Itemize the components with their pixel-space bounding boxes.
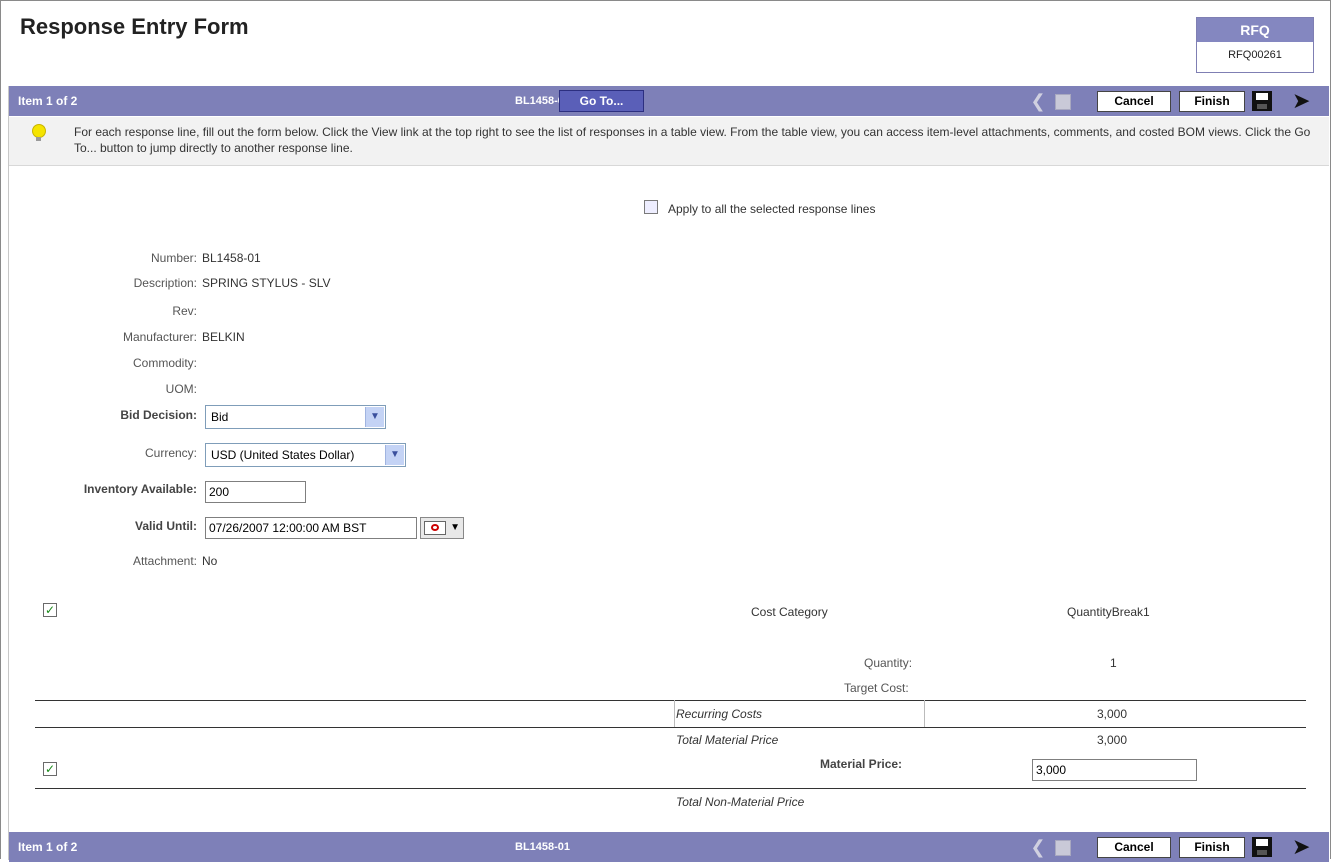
cost-select-checkbox[interactable]: ✓ — [43, 603, 57, 617]
left-divider — [8, 86, 9, 860]
bid-decision-label: Bid Decision: — [120, 408, 197, 422]
next-arrow-icon[interactable]: ➤ — [1292, 90, 1310, 112]
apply-all-checkbox[interactable] — [644, 200, 658, 214]
total-nonmaterial-label: Total Non-Material Price — [676, 795, 805, 809]
chevron-down-icon[interactable]: ▼ — [365, 407, 384, 427]
item-counter: Item 1 of 2 — [18, 840, 78, 854]
quantity-value: 1 — [1110, 656, 1117, 670]
save-icon[interactable] — [1252, 837, 1272, 857]
calendar-icon[interactable]: ▼ — [420, 517, 464, 539]
valid-until-input[interactable]: 07/26/2007 12:00:00 AM BST — [205, 517, 417, 539]
calendar-grid-icon — [424, 521, 446, 535]
bottom-toolbar: Item 1 of 2 BL1458-01 ❮ Cancel Finish ➤ — [9, 832, 1329, 862]
valid-until-label: Valid Until: — [134, 519, 197, 533]
finish-button[interactable]: Finish — [1179, 837, 1245, 858]
manufacturer-value: BELKIN — [202, 330, 245, 344]
inventory-input[interactable]: 200 — [205, 481, 306, 503]
description-label: Description: — [133, 276, 197, 290]
currency-label: Currency: — [144, 446, 197, 460]
manufacturer-label: Manufacturer: — [122, 330, 197, 344]
save-icon[interactable] — [1252, 91, 1272, 111]
item-number: BL1458-01 — [515, 841, 571, 853]
uom-label: UOM: — [165, 382, 197, 396]
cost-category-header: Cost Category — [751, 605, 828, 619]
attachment-label: Attachment: — [132, 554, 197, 568]
divider-line — [35, 788, 1306, 789]
rev-label: Rev: — [172, 304, 197, 318]
number-value: BL1458-01 — [202, 251, 261, 265]
rfq-number: RFQ00261 — [1228, 49, 1282, 61]
apply-all-label: Apply to all the selected response lines — [668, 202, 876, 216]
rfq-badge: RFQ RFQ00261 — [1196, 17, 1314, 73]
lightbulb-icon — [32, 124, 46, 138]
commodity-label: Commodity: — [132, 356, 197, 370]
next-arrow-icon[interactable]: ➤ — [1292, 836, 1310, 858]
currency-value: USD (United States Dollar) — [211, 448, 355, 462]
material-price-checkbox[interactable]: ✓ — [43, 762, 57, 776]
disabled-save-icon — [1055, 840, 1071, 856]
inventory-label: Inventory Available: — [83, 482, 197, 496]
back-arrow-icon[interactable]: ❮ — [1025, 92, 1051, 112]
item-counter: Item 1 of 2 — [18, 94, 78, 108]
material-price-input[interactable]: 3,000 — [1032, 759, 1197, 781]
back-arrow-icon[interactable]: ❮ — [1025, 838, 1051, 858]
column-divider — [924, 700, 925, 728]
page-title: Response Entry Form — [20, 14, 249, 39]
description-value: SPRING STYLUS - SLV — [202, 276, 331, 290]
recurring-costs-label: Recurring Costs — [676, 707, 763, 721]
column-divider — [674, 700, 675, 728]
top-toolbar: Item 1 of 2 BL1458-01 Go To... ❮ Cancel … — [9, 86, 1329, 116]
bid-decision-value: Bid — [211, 410, 229, 424]
chevron-down-icon[interactable]: ▼ — [385, 445, 404, 465]
cancel-button[interactable]: Cancel — [1097, 837, 1171, 858]
target-cost-label: Target Cost: — [844, 681, 909, 695]
help-tip: For each response line, fill out the for… — [9, 117, 1329, 166]
quantity-break-header: QuantityBreak1 — [1067, 605, 1150, 619]
help-tip-text: For each response line, fill out the for… — [74, 125, 1311, 155]
goto-button[interactable]: Go To... — [559, 90, 644, 112]
divider-line — [35, 727, 1306, 728]
dropdown-arrow-icon: ▼ — [450, 522, 460, 533]
divider-line — [35, 700, 1306, 701]
total-material-value: 3,000 — [1097, 733, 1128, 747]
currency-select[interactable]: USD (United States Dollar) ▼ — [205, 443, 406, 467]
cancel-button[interactable]: Cancel — [1097, 91, 1171, 112]
finish-button[interactable]: Finish — [1179, 91, 1245, 112]
total-material-label: Total Material Price — [676, 733, 779, 747]
recurring-costs-value: 3,000 — [1097, 707, 1128, 721]
rfq-label: RFQ — [1197, 18, 1313, 42]
disabled-save-icon — [1055, 94, 1071, 110]
quantity-label: Quantity: — [864, 656, 913, 670]
lightbulb-base — [36, 137, 41, 141]
number-label: Number: — [150, 251, 197, 265]
attachment-value: No — [202, 554, 218, 568]
material-price-label: Material Price: — [820, 757, 903, 771]
bid-decision-select[interactable]: Bid ▼ — [205, 405, 386, 429]
